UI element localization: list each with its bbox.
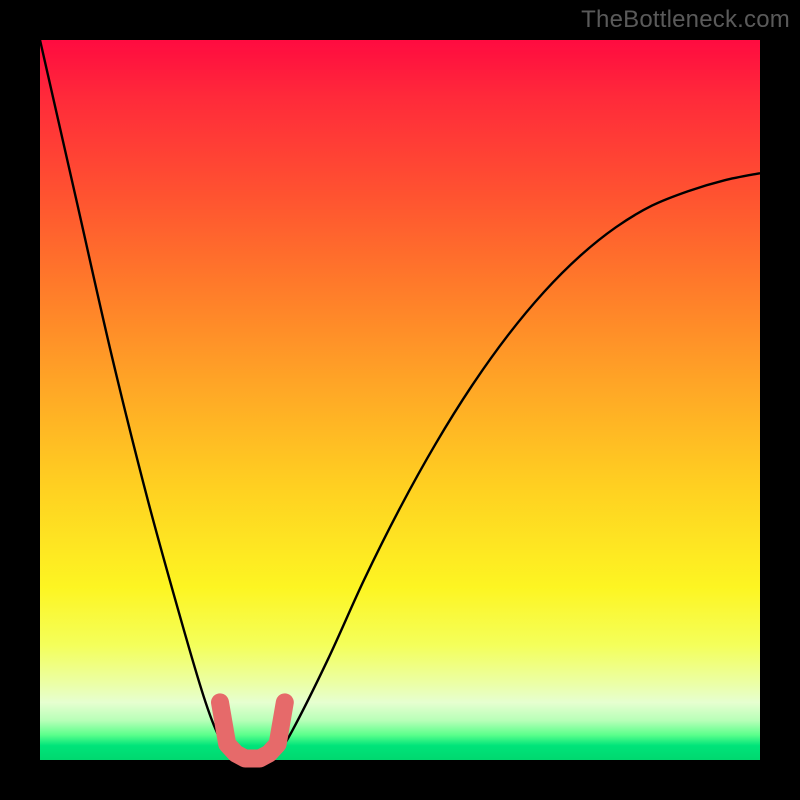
curve-layer: [40, 40, 760, 760]
valley-marker: [220, 702, 285, 758]
bottleneck-curve: [40, 40, 760, 760]
watermark-text: TheBottleneck.com: [581, 6, 790, 34]
outer-frame: TheBottleneck.com: [0, 0, 800, 800]
plot-area: [40, 40, 760, 760]
